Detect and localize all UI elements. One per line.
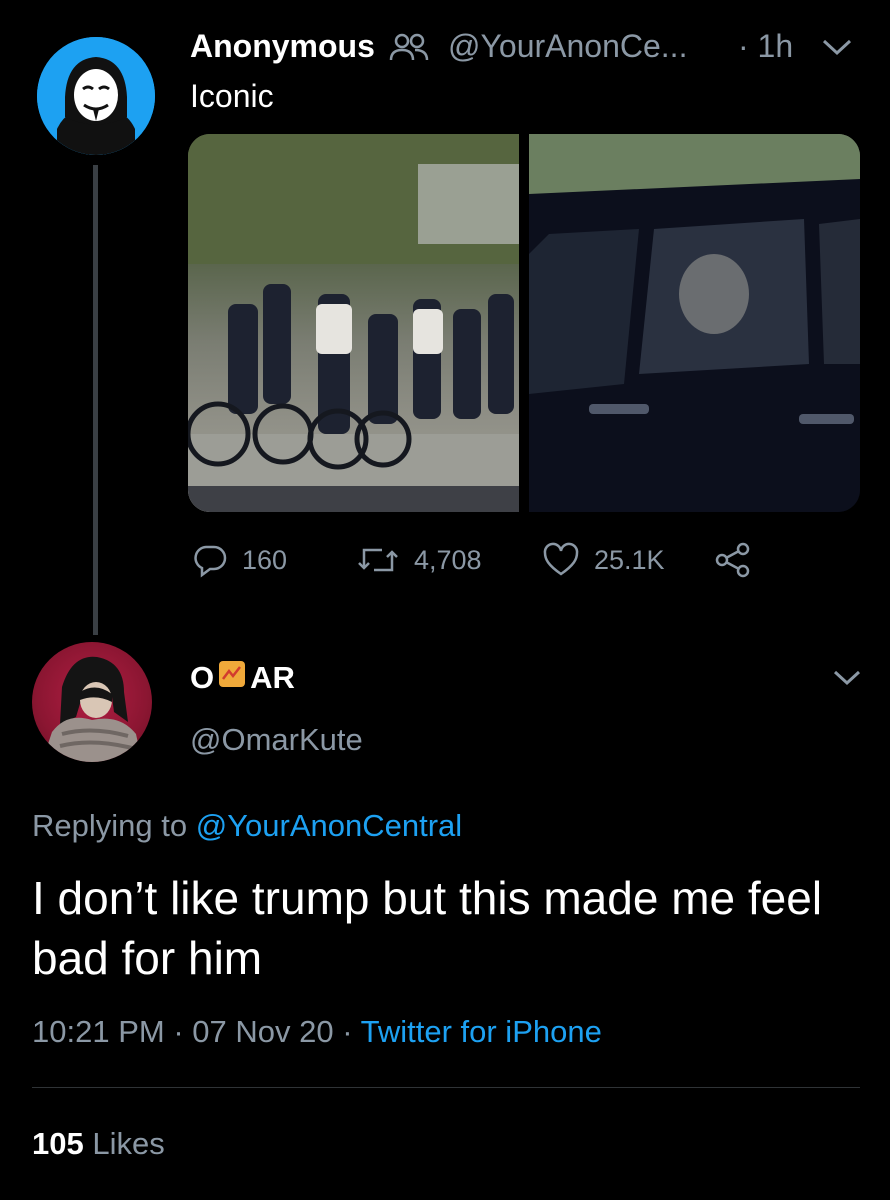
reply-handle[interactable]: @OmarKute: [190, 722, 363, 758]
reply-count: 160: [242, 544, 288, 575]
parent-timestamp[interactable]: · 1h: [738, 28, 793, 65]
like-icon: [543, 542, 579, 576]
photo-car[interactable]: [529, 134, 860, 512]
anonymous-mask-avatar-image: [37, 37, 155, 155]
parent-tweet-text: Iconic: [190, 78, 274, 114]
parent-display-name[interactable]: Anonymous: [190, 28, 375, 65]
tweet-date: 07 Nov 20: [192, 1014, 334, 1049]
reply-display-name[interactable]: O AR: [190, 660, 295, 696]
meta-separator: ·: [173, 1014, 193, 1049]
likes-label: Likes: [92, 1126, 165, 1161]
tweet-time: 10:21 PM: [32, 1014, 165, 1049]
reply-action[interactable]: 160: [192, 542, 287, 578]
crowd-photo-illustration: [188, 134, 519, 512]
like-count: 25.1K: [594, 544, 665, 575]
retweet-icon: [358, 548, 398, 572]
share-action[interactable]: [714, 542, 752, 578]
tweet-meta: 10:21 PM · 07 Nov 20 · Twitter for iPhon…: [32, 1014, 602, 1050]
media-grid[interactable]: [188, 134, 860, 512]
replying-to-line: Replying to @YourAnonCentral: [32, 808, 462, 844]
like-action[interactable]: 25.1K: [542, 542, 665, 578]
parent-handle[interactable]: @YourAnonCe...: [448, 28, 687, 65]
replying-to-link[interactable]: @YourAnonCentral: [196, 808, 462, 843]
reply-tweet-text: I don’t like trump but this made me feel…: [32, 872, 823, 984]
share-icon: [715, 542, 750, 578]
reply-display-name-suffix: AR: [250, 660, 295, 695]
omar-avatar[interactable]: [32, 642, 152, 762]
photo-crowd[interactable]: [188, 134, 519, 512]
meta-separator: ·: [342, 1014, 361, 1049]
retweet-action[interactable]: 4,708: [356, 542, 482, 578]
reply-icon: [194, 545, 227, 578]
replying-prefix: Replying to: [32, 808, 188, 843]
likes-summary[interactable]: 105 Likes: [32, 1126, 165, 1162]
reply-display-name-prefix: O: [190, 660, 215, 695]
tweet-source-link[interactable]: Twitter for iPhone: [361, 1014, 602, 1049]
car-photo-illustration: [529, 134, 860, 512]
likes-count: 105: [32, 1126, 84, 1161]
group-icon: [388, 32, 430, 62]
chart-emoji-icon: [218, 660, 246, 696]
anonymous-avatar[interactable]: [37, 37, 155, 155]
chevron-down-icon[interactable]: [820, 36, 854, 58]
retweet-count: 4,708: [414, 544, 482, 575]
divider: [32, 1087, 860, 1088]
chevron-down-icon[interactable]: [832, 668, 862, 688]
anime-character-avatar-image: [42, 656, 142, 762]
thread-line: [93, 165, 98, 635]
